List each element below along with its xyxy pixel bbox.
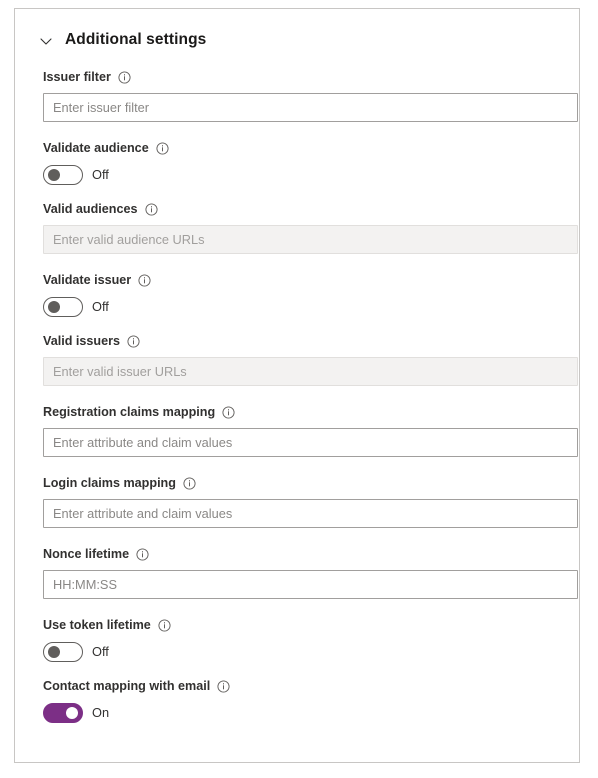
input-registration-claims-mapping[interactable] (43, 428, 578, 457)
field-login-claims-mapping: Login claims mapping (43, 473, 578, 528)
toggle-row: On (43, 702, 563, 724)
info-circle-icon[interactable] (217, 679, 230, 693)
toggle-validate-audience[interactable] (43, 165, 83, 185)
field-label-row: Validate audience (43, 138, 563, 158)
input-nonce-lifetime[interactable] (43, 570, 578, 599)
label-login-claims-mapping: Login claims mapping (43, 476, 176, 490)
label-valid-issuers: Valid issuers (43, 334, 121, 348)
input-valid-issuers (43, 357, 578, 386)
label-valid-audiences: Valid audiences (43, 202, 138, 216)
field-valid-audiences: Valid audiences (43, 199, 578, 254)
info-circle-icon[interactable] (156, 141, 169, 155)
info-circle-icon[interactable] (158, 618, 171, 632)
field-label-row: Login claims mapping (43, 473, 563, 493)
label-contact-mapping-with-email: Contact mapping with email (43, 679, 211, 693)
chevron-down-icon[interactable] (39, 34, 53, 48)
input-login-claims-mapping[interactable] (43, 499, 578, 528)
field-label-row: Valid audiences (43, 199, 563, 219)
field-label-row: Use token lifetime (43, 615, 563, 635)
field-valid-issuers: Valid issuers (43, 331, 578, 386)
toggle-validate-issuer[interactable] (43, 297, 83, 317)
additional-settings-header[interactable]: Additional settings (39, 29, 563, 51)
info-circle-icon[interactable] (127, 334, 140, 348)
info-circle-icon[interactable] (138, 273, 151, 287)
toggle-knob (48, 646, 60, 658)
toggle-row: Off (43, 296, 563, 318)
toggle-row: Off (43, 641, 563, 663)
field-contact-mapping-with-email: Contact mapping with email On (43, 676, 563, 724)
field-validate-issuer: Validate issuer Off (43, 270, 563, 318)
toggle-knob (66, 707, 78, 719)
field-label-row: Issuer filter (43, 67, 563, 87)
info-circle-icon[interactable] (222, 405, 235, 419)
field-label-row: Validate issuer (43, 270, 563, 290)
info-circle-icon[interactable] (136, 547, 149, 561)
field-validate-audience: Validate audience Off (43, 138, 563, 186)
field-label-row: Contact mapping with email (43, 676, 563, 696)
toggle-state-contact-mapping-with-email: On (92, 705, 110, 720)
field-registration-claims-mapping: Registration claims mapping (43, 402, 578, 457)
toggle-state-validate-issuer: Off (92, 299, 109, 314)
input-valid-audiences (43, 225, 578, 254)
toggle-row: Off (43, 164, 563, 186)
info-circle-icon[interactable] (183, 476, 196, 490)
toggle-knob (48, 169, 60, 181)
input-issuer-filter[interactable] (43, 93, 578, 122)
label-issuer-filter: Issuer filter (43, 70, 111, 84)
label-validate-issuer: Validate issuer (43, 273, 132, 287)
label-nonce-lifetime: Nonce lifetime (43, 547, 130, 561)
page-title: Additional settings (65, 31, 207, 48)
toggle-state-validate-audience: Off (92, 167, 109, 182)
info-circle-icon[interactable] (144, 202, 158, 216)
toggle-state-use-token-lifetime: Off (92, 644, 109, 659)
toggle-use-token-lifetime[interactable] (43, 642, 83, 662)
toggle-contact-mapping-with-email[interactable] (43, 703, 83, 723)
field-nonce-lifetime: Nonce lifetime (43, 544, 578, 599)
field-label-row: Registration claims mapping (43, 402, 563, 422)
field-use-token-lifetime: Use token lifetime Off (43, 615, 563, 663)
additional-settings-panel: Additional settings Issuer filter Valid (14, 8, 580, 763)
label-validate-audience: Validate audience (43, 141, 149, 155)
info-circle-icon[interactable] (118, 70, 131, 84)
label-use-token-lifetime: Use token lifetime (43, 618, 151, 632)
label-registration-claims-mapping: Registration claims mapping (43, 405, 216, 419)
field-issuer-filter: Issuer filter (43, 67, 578, 122)
field-label-row: Valid issuers (43, 331, 563, 351)
toggle-knob (48, 301, 60, 313)
field-label-row: Nonce lifetime (43, 544, 563, 564)
